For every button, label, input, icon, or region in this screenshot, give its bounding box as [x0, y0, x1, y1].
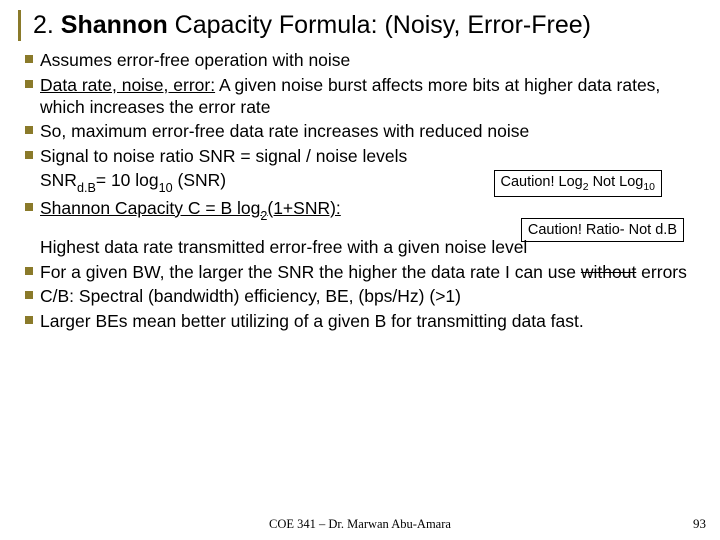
bullet-text: Larger BEs mean better utilizing of a gi…	[40, 310, 708, 332]
bullet-icon	[18, 197, 40, 223]
plain-text: Highest data rate transmitted error-free…	[40, 236, 708, 258]
bullet-icon	[18, 49, 40, 71]
title-container: 2. Shannon Capacity Formula: (Noisy, Err…	[18, 10, 708, 41]
subscript: 2	[260, 209, 267, 223]
bullet-text: So, maximum error-free data rate increas…	[40, 120, 708, 142]
bullet-text: For a given BW, the larger the SNR the h…	[40, 261, 708, 283]
bullet-icon	[18, 145, 40, 167]
subscript: d.B	[77, 181, 96, 195]
bullet-icon	[18, 261, 40, 283]
content-area: Assumes error-free operation with noise …	[18, 49, 708, 332]
list-item: Signal to noise ratio SNR = signal / noi…	[18, 145, 708, 167]
bullet-text: Data rate, noise, error: A given noise b…	[40, 74, 708, 119]
footer-text: COE 341 – Dr. Marwan Abu-Amara	[0, 517, 720, 532]
page-number: 93	[693, 516, 706, 532]
bullet-icon	[18, 120, 40, 142]
slide: 2. Shannon Capacity Formula: (Noisy, Err…	[18, 10, 708, 510]
subscript: 10	[159, 181, 173, 195]
title-bold: Shannon	[61, 11, 168, 39]
text-span: (SNR)	[173, 170, 226, 190]
strike-text: without	[581, 262, 636, 282]
bullet-icon	[18, 74, 40, 119]
list-item: Larger BEs mean better utilizing of a gi…	[18, 310, 708, 332]
text-span: SNR	[40, 170, 77, 190]
list-item: Data rate, noise, error: A given noise b…	[18, 74, 708, 119]
text-span: = 10 log	[96, 170, 159, 190]
caution-callout-log: Caution! Log2 Not Log10	[494, 170, 663, 197]
text-span: Shannon Capacity C = B log	[40, 198, 260, 218]
text-span: Not Log	[589, 174, 644, 190]
subscript: 10	[643, 182, 655, 193]
list-item-continuation: SNRd.B= 10 log10 (SNR) Caution! Log2 Not…	[18, 169, 708, 195]
list-item: For a given BW, the larger the SNR the h…	[18, 261, 708, 283]
bullet-text: Signal to noise ratio SNR = signal / noi…	[40, 145, 708, 167]
list-item: Shannon Capacity C = B log2(1+SNR): Caut…	[18, 197, 708, 223]
plain-line: Highest data rate transmitted error-free…	[18, 236, 708, 258]
list-item: Assumes error-free operation with noise	[18, 49, 708, 71]
title-rest: Capacity Formula: (Noisy, Error-Free)	[168, 11, 591, 39]
text-span: For a given BW, the larger the SNR the h…	[40, 262, 581, 282]
slide-title: 2. Shannon Capacity Formula: (Noisy, Err…	[33, 10, 708, 41]
title-prefix: 2.	[33, 11, 61, 39]
underline-text: Data rate, noise, error:	[40, 75, 215, 95]
list-item: So, maximum error-free data rate increas…	[18, 120, 708, 142]
bullet-text: Assumes error-free operation with noise	[40, 49, 708, 71]
underline-text: Shannon Capacity C = B log2(1+SNR):	[40, 198, 341, 218]
text-span: errors	[636, 262, 687, 282]
bullet-text: C/B: Spectral (bandwidth) efficiency, BE…	[40, 285, 708, 307]
list-item: C/B: Spectral (bandwidth) efficiency, BE…	[18, 285, 708, 307]
bullet-icon	[18, 310, 40, 332]
text-span: (1+SNR):	[267, 198, 340, 218]
text-span: Caution! Log	[501, 174, 583, 190]
bullet-icon	[18, 285, 40, 307]
